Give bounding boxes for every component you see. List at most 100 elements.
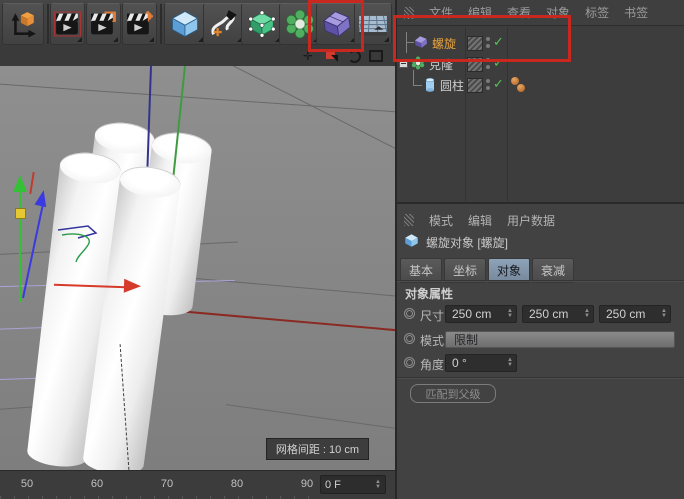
menu-edit[interactable]: 编辑: [468, 4, 492, 21]
gizmo-scale-handle[interactable]: [15, 208, 26, 219]
menu-edit-attr[interactable]: 编辑: [468, 212, 492, 229]
cylinder-icon[interactable]: [424, 77, 436, 95]
size-y-spinner[interactable]: [584, 309, 590, 319]
deformer-object-icon[interactable]: [316, 3, 358, 45]
angle-spinner[interactable]: [507, 358, 513, 368]
render-view-icon[interactable]: [50, 3, 85, 45]
size-x-field[interactable]: 250 cm: [445, 305, 517, 323]
twist-cage-spline: [56, 218, 106, 264]
cinema4d-window: ✛: [0, 0, 684, 499]
viewport-dolly-icon[interactable]: [326, 50, 335, 59]
timeline-tick: 80: [220, 478, 254, 490]
fit-to-parent-button[interactable]: 匹配到父级: [410, 384, 496, 403]
subdivision-surface-icon[interactable]: [241, 3, 283, 45]
edit-render-settings-icon[interactable]: [122, 3, 157, 45]
tree-line: [413, 70, 422, 86]
size-y-value: 250 cm: [529, 307, 568, 321]
panel-drag-handle-icon[interactable]: [404, 7, 414, 19]
current-frame-field[interactable]: 0 F: [320, 475, 386, 494]
viewport-maximize-icon[interactable]: [369, 50, 383, 62]
tree-line: [406, 42, 414, 43]
floor-object-icon[interactable]: [354, 3, 392, 45]
property-row-angle: 角度 0 °: [397, 354, 684, 374]
mode-value: 限制: [454, 331, 478, 348]
angle-field[interactable]: 0 °: [445, 354, 517, 372]
property-row-mode: 模式 限制: [397, 330, 684, 350]
menu-mode[interactable]: 模式: [429, 212, 453, 229]
attribute-title: 螺旋对象 [螺旋]: [404, 233, 508, 251]
viewport-pan-icon[interactable]: ✛: [303, 50, 313, 63]
array-object-icon[interactable]: [279, 3, 321, 45]
object-row-cylinder[interactable]: 圆柱 ✓: [397, 74, 684, 95]
key-radio-icon[interactable]: [404, 333, 415, 344]
menu-tags[interactable]: 标签: [585, 4, 609, 21]
layer-swatch[interactable]: [467, 57, 483, 72]
panel-drag-handle-icon[interactable]: [404, 214, 414, 226]
object-name-cloner[interactable]: 克隆: [429, 56, 453, 73]
timeline-tick: 90: [290, 478, 324, 490]
angle-value: 0 °: [452, 356, 467, 370]
grid-line: [0, 83, 395, 115]
menu-object[interactable]: 对象: [546, 4, 570, 21]
grid-line: [226, 404, 395, 433]
attribute-menubar: 模式 编辑 用户数据: [397, 207, 684, 233]
viewport-3d[interactable]: 网格间距 : 10 cm: [0, 66, 395, 470]
object-manager-menubar: 文件 编辑 查看 对象 标签 书签: [397, 0, 684, 26]
size-z-field[interactable]: 250 cm: [599, 305, 671, 323]
section-object-properties: 对象属性: [405, 285, 453, 302]
size-x-value: 250 cm: [452, 307, 491, 321]
viewport-titlebar: ✛: [0, 48, 395, 67]
layer-swatch[interactable]: [467, 78, 483, 93]
property-row-size: 尺寸 250 cm 250 cm 250 cm: [397, 305, 684, 325]
twist-deformer-icon[interactable]: [414, 35, 428, 52]
enabled-check-icon[interactable]: ✓: [493, 34, 504, 50]
move-axis-tool-icon[interactable]: [2, 3, 44, 45]
right-panel: 文件 编辑 查看 对象 标签 书签 螺旋: [395, 0, 684, 499]
key-radio-icon[interactable]: [404, 357, 415, 368]
size-z-spinner[interactable]: [661, 309, 667, 319]
size-y-field[interactable]: 250 cm: [522, 305, 594, 323]
timeline-ruler[interactable]: 50 60 70 80 90 0 F: [0, 470, 395, 499]
attribute-title-text: 螺旋对象 [螺旋]: [426, 234, 508, 251]
object-row-helix[interactable]: 螺旋 ✓: [397, 32, 684, 53]
x-axis-line: [160, 309, 395, 331]
menu-userdata[interactable]: 用户数据: [507, 212, 555, 229]
enabled-check-icon[interactable]: ✓: [493, 55, 504, 71]
viewport-rotate-icon[interactable]: [348, 50, 361, 63]
menu-file[interactable]: 文件: [429, 4, 453, 21]
enabled-check-icon[interactable]: ✓: [493, 76, 504, 92]
gizmo-y-axis[interactable]: [19, 190, 21, 302]
grid-spacing-label: 网格间距 : 10 cm: [266, 438, 369, 460]
object-row-cloner[interactable]: 克隆 ✓: [397, 53, 684, 74]
divider: [397, 377, 684, 378]
size-x-spinner[interactable]: [507, 309, 513, 319]
object-name-cylinder[interactable]: 圆柱: [440, 77, 464, 94]
angle-label: 角度: [420, 356, 444, 373]
render-to-picture-viewer-icon[interactable]: [86, 3, 121, 45]
collapse-box-icon[interactable]: [399, 59, 408, 68]
size-z-value: 250 cm: [606, 307, 645, 321]
main-toolbar: [0, 0, 395, 49]
visibility-toggles[interactable]: [486, 37, 490, 48]
size-label: 尺寸: [420, 307, 444, 324]
gizmo-x-arrowhead: [124, 279, 141, 294]
timeline-tick: 60: [80, 478, 114, 490]
layer-swatch[interactable]: [467, 36, 483, 51]
frame-spinner[interactable]: [375, 480, 381, 490]
visibility-toggles[interactable]: [486, 79, 490, 90]
spline-pen-icon[interactable]: [203, 3, 245, 45]
object-type-icon: [404, 233, 419, 251]
menu-view[interactable]: 查看: [507, 4, 531, 21]
attribute-manager: 模式 编辑 用户数据 螺旋对象 [螺旋] 基本 坐标 对象 衰减: [397, 202, 684, 499]
mode-dropdown[interactable]: 限制: [445, 331, 675, 348]
menu-bookmarks[interactable]: 书签: [624, 4, 648, 21]
object-manager[interactable]: 螺旋 ✓ 克隆 ✓: [397, 27, 684, 202]
grid-line: [184, 66, 395, 173]
visibility-toggles[interactable]: [486, 58, 490, 69]
key-radio-icon[interactable]: [404, 308, 415, 319]
timeline-tick: 70: [150, 478, 184, 490]
cube-primitive-icon[interactable]: [164, 3, 206, 45]
object-name-helix[interactable]: 螺旋: [432, 35, 456, 52]
timeline-tick: 50: [10, 478, 44, 490]
x-axis-tick: [29, 172, 34, 194]
